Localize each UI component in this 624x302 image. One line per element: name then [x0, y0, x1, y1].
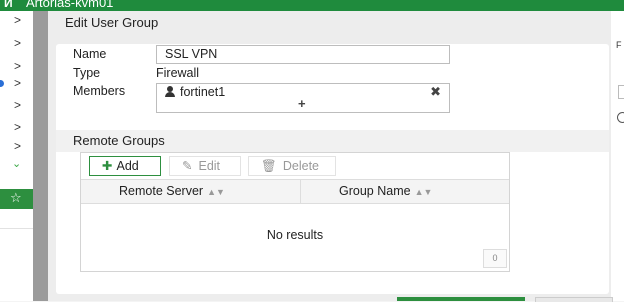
members-label: Members [73, 84, 126, 98]
sidebar-item-expanded[interactable]: ⌄ [0, 154, 33, 174]
chevron-right-icon: > [14, 139, 22, 153]
remote-groups-table: ✚ Add ✎ Edit 🗑 Delete Remote Server ▲▼ Group… [80, 152, 510, 272]
column-header-label: Group Name [339, 184, 411, 198]
type-label: Type [73, 66, 101, 80]
chevron-right-icon: > [14, 13, 22, 27]
sort-icon: ▲▼ [207, 187, 225, 197]
members-field[interactable]: fortinet1 ✖ + [156, 83, 450, 113]
chevron-right-icon: > [14, 120, 22, 134]
delete-button[interactable]: 🗑 Delete [248, 156, 336, 176]
fortigate-logo-icon: И [4, 0, 13, 10]
no-results-text: No results [266, 228, 324, 242]
sidebar-item-favorite[interactable]: ☆ [0, 189, 33, 209]
member-name: fortinet1 [180, 85, 226, 99]
name-input-value: SSL VPN [165, 47, 218, 61]
table-header: Remote Server ▲▼ Group Name ▲▼ [81, 179, 509, 204]
edit-user-group-dialog: Edit User Group Name SSL VPN Type Firewa… [48, 11, 611, 301]
add-button-label: Add [116, 159, 139, 173]
sidebar-item[interactable]: > [0, 118, 33, 138]
ok-button[interactable] [397, 297, 525, 301]
sort-icon: ▲▼ [414, 187, 433, 197]
delete-button-label: Delete [282, 159, 320, 173]
pencil-icon: ✎ [182, 159, 193, 173]
partial-label: F [616, 40, 622, 50]
column-divider [300, 180, 301, 203]
trash-icon: 🗑 [261, 159, 277, 173]
name-label: Name [73, 47, 107, 61]
column-header-remote-server[interactable]: Remote Server ▲▼ [119, 184, 225, 198]
add-member-icon[interactable]: + [298, 96, 306, 111]
hostname-label: Artorias-kvm01 [26, 0, 114, 10]
remote-groups-title: Remote Groups [73, 133, 165, 148]
column-header-group-name[interactable]: Group Name ▲▼ [339, 184, 432, 198]
info-icon[interactable] [617, 112, 624, 123]
remove-member-icon[interactable]: ✖ [430, 84, 441, 100]
sidebar-item[interactable]: > [0, 34, 33, 54]
chevron-right-icon: > [14, 98, 22, 112]
column-header-label: Remote Server [119, 184, 204, 198]
row-count-badge: 0 [483, 249, 507, 268]
notification-dot-icon [0, 80, 4, 87]
sidebar-nav: > > > > > > > ⌄ ☆ [0, 11, 34, 301]
chevron-down-icon: ⌄ [12, 158, 22, 170]
member-entry: fortinet1 [165, 85, 225, 99]
right-panel-edge: F [611, 11, 624, 301]
partial-input[interactable] [618, 85, 624, 99]
sidebar-item[interactable]: > [0, 96, 33, 116]
remote-groups-header: Remote Groups [56, 130, 609, 152]
chevron-right-icon: > [14, 76, 22, 90]
chevron-right-icon: > [14, 59, 22, 73]
cancel-button[interactable] [535, 297, 613, 302]
star-icon: ☆ [10, 190, 22, 205]
sidebar-item[interactable]: > [0, 11, 33, 31]
user-icon [165, 86, 175, 97]
edit-button-label: Edit [198, 159, 221, 173]
sidebar-scroll-strip [33, 11, 48, 301]
plus-icon: ✚ [102, 159, 113, 173]
dialog-panel: Name SSL VPN Type Firewall Members forti… [56, 44, 609, 294]
edit-button[interactable]: ✎ Edit [169, 156, 241, 176]
add-button[interactable]: ✚ Add [89, 156, 161, 176]
type-value: Firewall [156, 66, 200, 80]
chevron-right-icon: > [14, 36, 22, 50]
name-input[interactable]: SSL VPN [156, 45, 450, 64]
sidebar-item[interactable]: > [0, 74, 33, 94]
sidebar-divider [0, 228, 33, 229]
top-banner: И Artorias-kvm01 [0, 0, 624, 11]
dialog-title: Edit User Group [65, 15, 159, 30]
